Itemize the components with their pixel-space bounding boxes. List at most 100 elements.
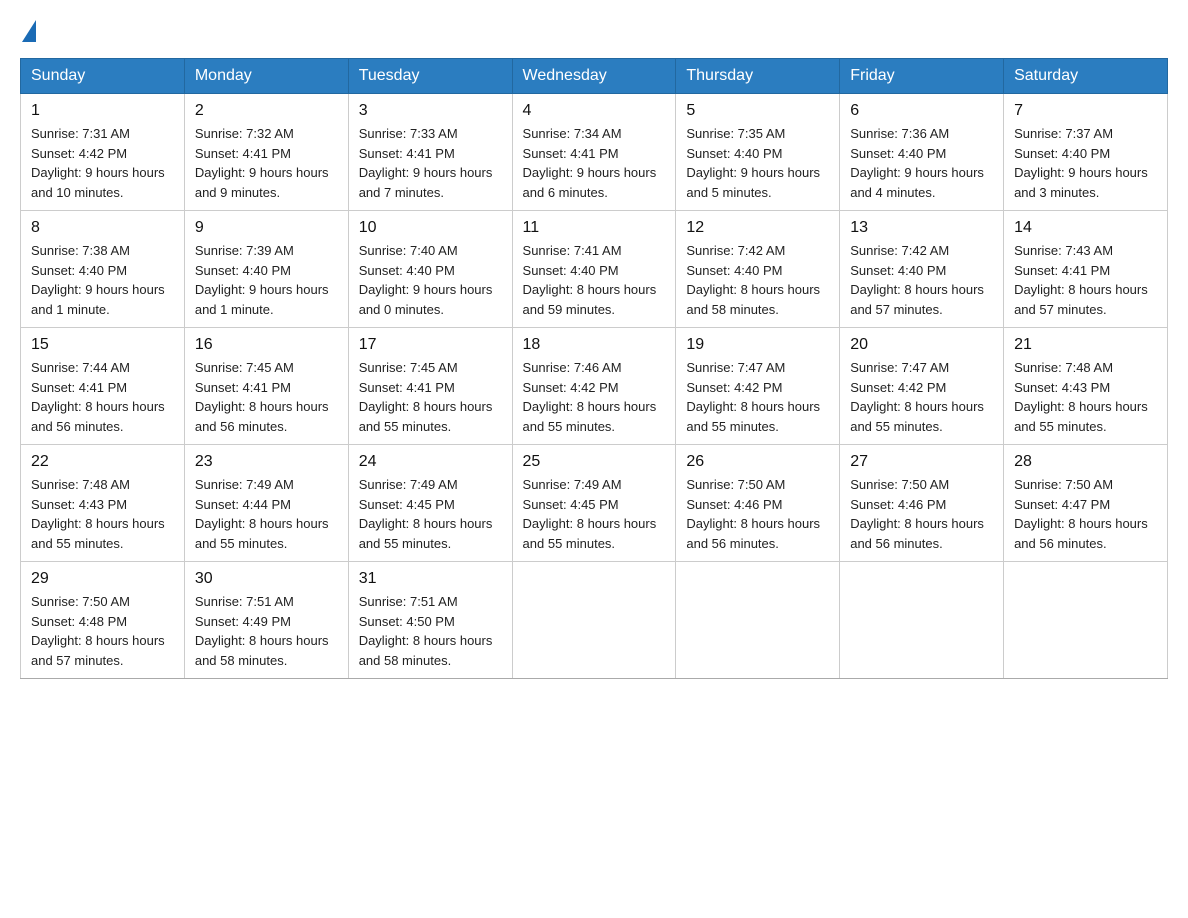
calendar-cell: 9 Sunrise: 7:39 AMSunset: 4:40 PMDayligh… (184, 211, 348, 328)
calendar-cell: 27 Sunrise: 7:50 AMSunset: 4:46 PMDaylig… (840, 445, 1004, 562)
calendar-cell (676, 562, 840, 679)
calendar-cell: 7 Sunrise: 7:37 AMSunset: 4:40 PMDayligh… (1004, 94, 1168, 211)
day-info: Sunrise: 7:49 AMSunset: 4:45 PMDaylight:… (523, 475, 666, 553)
day-info: Sunrise: 7:40 AMSunset: 4:40 PMDaylight:… (359, 241, 502, 319)
calendar-cell (1004, 562, 1168, 679)
calendar-cell: 3 Sunrise: 7:33 AMSunset: 4:41 PMDayligh… (348, 94, 512, 211)
calendar-week-row: 29 Sunrise: 7:50 AMSunset: 4:48 PMDaylig… (21, 562, 1168, 679)
day-number: 14 (1014, 219, 1157, 237)
day-info: Sunrise: 7:50 AMSunset: 4:48 PMDaylight:… (31, 592, 174, 670)
day-number: 29 (31, 570, 174, 588)
day-of-week-header: Friday (840, 59, 1004, 94)
day-of-week-header: Saturday (1004, 59, 1168, 94)
day-number: 25 (523, 453, 666, 471)
day-info: Sunrise: 7:51 AMSunset: 4:50 PMDaylight:… (359, 592, 502, 670)
day-info: Sunrise: 7:42 AMSunset: 4:40 PMDaylight:… (686, 241, 829, 319)
calendar-cell: 2 Sunrise: 7:32 AMSunset: 4:41 PMDayligh… (184, 94, 348, 211)
logo-triangle-icon (22, 20, 36, 42)
day-info: Sunrise: 7:50 AMSunset: 4:46 PMDaylight:… (686, 475, 829, 553)
day-info: Sunrise: 7:50 AMSunset: 4:47 PMDaylight:… (1014, 475, 1157, 553)
day-info: Sunrise: 7:50 AMSunset: 4:46 PMDaylight:… (850, 475, 993, 553)
day-number: 8 (31, 219, 174, 237)
day-number: 26 (686, 453, 829, 471)
calendar-cell (840, 562, 1004, 679)
calendar-header-row: SundayMondayTuesdayWednesdayThursdayFrid… (21, 59, 1168, 94)
day-number: 3 (359, 102, 502, 120)
day-info: Sunrise: 7:41 AMSunset: 4:40 PMDaylight:… (523, 241, 666, 319)
day-info: Sunrise: 7:49 AMSunset: 4:45 PMDaylight:… (359, 475, 502, 553)
day-number: 7 (1014, 102, 1157, 120)
calendar-cell: 28 Sunrise: 7:50 AMSunset: 4:47 PMDaylig… (1004, 445, 1168, 562)
day-number: 18 (523, 336, 666, 354)
calendar-cell: 11 Sunrise: 7:41 AMSunset: 4:40 PMDaylig… (512, 211, 676, 328)
day-info: Sunrise: 7:38 AMSunset: 4:40 PMDaylight:… (31, 241, 174, 319)
calendar-cell: 1 Sunrise: 7:31 AMSunset: 4:42 PMDayligh… (21, 94, 185, 211)
day-info: Sunrise: 7:31 AMSunset: 4:42 PMDaylight:… (31, 124, 174, 202)
day-number: 9 (195, 219, 338, 237)
day-number: 10 (359, 219, 502, 237)
day-number: 28 (1014, 453, 1157, 471)
day-info: Sunrise: 7:45 AMSunset: 4:41 PMDaylight:… (195, 358, 338, 436)
day-info: Sunrise: 7:46 AMSunset: 4:42 PMDaylight:… (523, 358, 666, 436)
day-number: 31 (359, 570, 502, 588)
day-info: Sunrise: 7:39 AMSunset: 4:40 PMDaylight:… (195, 241, 338, 319)
logo (20, 20, 36, 42)
calendar-cell: 15 Sunrise: 7:44 AMSunset: 4:41 PMDaylig… (21, 328, 185, 445)
calendar-cell: 23 Sunrise: 7:49 AMSunset: 4:44 PMDaylig… (184, 445, 348, 562)
day-info: Sunrise: 7:48 AMSunset: 4:43 PMDaylight:… (1014, 358, 1157, 436)
calendar-cell: 18 Sunrise: 7:46 AMSunset: 4:42 PMDaylig… (512, 328, 676, 445)
calendar-week-row: 8 Sunrise: 7:38 AMSunset: 4:40 PMDayligh… (21, 211, 1168, 328)
day-number: 27 (850, 453, 993, 471)
day-number: 30 (195, 570, 338, 588)
page-header (20, 20, 1168, 42)
calendar-cell: 5 Sunrise: 7:35 AMSunset: 4:40 PMDayligh… (676, 94, 840, 211)
calendar-cell: 19 Sunrise: 7:47 AMSunset: 4:42 PMDaylig… (676, 328, 840, 445)
day-of-week-header: Thursday (676, 59, 840, 94)
calendar-cell: 10 Sunrise: 7:40 AMSunset: 4:40 PMDaylig… (348, 211, 512, 328)
calendar-cell (512, 562, 676, 679)
calendar-cell: 4 Sunrise: 7:34 AMSunset: 4:41 PMDayligh… (512, 94, 676, 211)
calendar-cell: 14 Sunrise: 7:43 AMSunset: 4:41 PMDaylig… (1004, 211, 1168, 328)
day-of-week-header: Sunday (21, 59, 185, 94)
calendar-cell: 29 Sunrise: 7:50 AMSunset: 4:48 PMDaylig… (21, 562, 185, 679)
calendar-cell: 21 Sunrise: 7:48 AMSunset: 4:43 PMDaylig… (1004, 328, 1168, 445)
day-info: Sunrise: 7:44 AMSunset: 4:41 PMDaylight:… (31, 358, 174, 436)
day-number: 15 (31, 336, 174, 354)
calendar-cell: 17 Sunrise: 7:45 AMSunset: 4:41 PMDaylig… (348, 328, 512, 445)
day-number: 11 (523, 219, 666, 237)
day-number: 21 (1014, 336, 1157, 354)
calendar-cell: 26 Sunrise: 7:50 AMSunset: 4:46 PMDaylig… (676, 445, 840, 562)
calendar-cell: 20 Sunrise: 7:47 AMSunset: 4:42 PMDaylig… (840, 328, 1004, 445)
calendar-cell: 6 Sunrise: 7:36 AMSunset: 4:40 PMDayligh… (840, 94, 1004, 211)
day-info: Sunrise: 7:32 AMSunset: 4:41 PMDaylight:… (195, 124, 338, 202)
day-number: 20 (850, 336, 993, 354)
day-info: Sunrise: 7:34 AMSunset: 4:41 PMDaylight:… (523, 124, 666, 202)
day-number: 17 (359, 336, 502, 354)
day-info: Sunrise: 7:43 AMSunset: 4:41 PMDaylight:… (1014, 241, 1157, 319)
day-number: 19 (686, 336, 829, 354)
day-info: Sunrise: 7:47 AMSunset: 4:42 PMDaylight:… (850, 358, 993, 436)
day-number: 1 (31, 102, 174, 120)
day-number: 24 (359, 453, 502, 471)
day-info: Sunrise: 7:35 AMSunset: 4:40 PMDaylight:… (686, 124, 829, 202)
day-info: Sunrise: 7:33 AMSunset: 4:41 PMDaylight:… (359, 124, 502, 202)
day-info: Sunrise: 7:47 AMSunset: 4:42 PMDaylight:… (686, 358, 829, 436)
calendar-week-row: 15 Sunrise: 7:44 AMSunset: 4:41 PMDaylig… (21, 328, 1168, 445)
calendar-table: SundayMondayTuesdayWednesdayThursdayFrid… (20, 58, 1168, 679)
calendar-week-row: 22 Sunrise: 7:48 AMSunset: 4:43 PMDaylig… (21, 445, 1168, 562)
day-info: Sunrise: 7:36 AMSunset: 4:40 PMDaylight:… (850, 124, 993, 202)
calendar-cell: 25 Sunrise: 7:49 AMSunset: 4:45 PMDaylig… (512, 445, 676, 562)
calendar-cell: 8 Sunrise: 7:38 AMSunset: 4:40 PMDayligh… (21, 211, 185, 328)
day-info: Sunrise: 7:45 AMSunset: 4:41 PMDaylight:… (359, 358, 502, 436)
day-number: 2 (195, 102, 338, 120)
day-number: 12 (686, 219, 829, 237)
day-number: 4 (523, 102, 666, 120)
day-of-week-header: Wednesday (512, 59, 676, 94)
calendar-week-row: 1 Sunrise: 7:31 AMSunset: 4:42 PMDayligh… (21, 94, 1168, 211)
day-info: Sunrise: 7:42 AMSunset: 4:40 PMDaylight:… (850, 241, 993, 319)
day-number: 23 (195, 453, 338, 471)
day-info: Sunrise: 7:51 AMSunset: 4:49 PMDaylight:… (195, 592, 338, 670)
calendar-cell: 22 Sunrise: 7:48 AMSunset: 4:43 PMDaylig… (21, 445, 185, 562)
day-number: 5 (686, 102, 829, 120)
day-number: 13 (850, 219, 993, 237)
